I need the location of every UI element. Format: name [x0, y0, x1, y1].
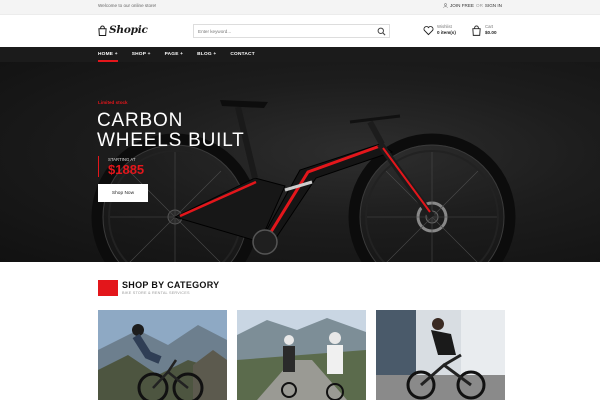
category-accent-block [98, 280, 118, 296]
indoor-cyclist-image [376, 310, 505, 400]
header: Shopic Wishlist 0 item(s) Cart $0.00 [0, 15, 600, 47]
category-title: SHOP BY CATEGORY [122, 280, 220, 290]
nav-item-blog[interactable]: BLOG + [197, 47, 216, 62]
join-free-link[interactable]: JOIN FREE [450, 3, 474, 8]
hero-banner: Limited stock CARBON WHEELS BUILT STARTI… [0, 62, 600, 262]
hero-headline-line1: CARBON [97, 110, 184, 131]
mountain-biker-image [98, 310, 227, 400]
category-card-road[interactable] [237, 310, 366, 400]
mountain-bike-image [91, 100, 516, 262]
nav-item-home[interactable]: HOME + [98, 47, 118, 62]
hero-price-block: STARTING AT $1885 [98, 156, 144, 177]
sign-in-link[interactable]: SIGN IN [485, 3, 502, 8]
top-bar: Welcome to our online store! JOIN FREE O… [0, 0, 600, 15]
search-box [193, 24, 390, 38]
category-subtitle: BIKE STORE & RENTAL SERVICES [122, 291, 190, 295]
wishlist-count: 0 item(s) [437, 30, 456, 35]
main-nav: HOME + SHOP + PAGE + BLOG + CONTACT [0, 47, 600, 62]
account-links: JOIN FREE OR SIGN IN [443, 3, 502, 8]
hero-headline: CARBON WHEELS BUILT [97, 111, 245, 151]
welcome-text: Welcome to our online store! [98, 3, 157, 8]
nav-item-contact[interactable]: CONTACT [230, 47, 255, 62]
search-icon[interactable] [377, 27, 386, 36]
category-heading: SHOP BY CATEGORY BIKE STORE & RENTAL SER… [98, 280, 220, 296]
heart-icon [423, 25, 434, 35]
cart-bag-icon [472, 24, 481, 36]
cart-total: $0.00 [485, 30, 497, 35]
cart-button[interactable]: Cart $0.00 [471, 24, 497, 36]
nav-item-page[interactable]: PAGE + [165, 47, 184, 62]
category-card-indoor[interactable] [376, 310, 505, 400]
shop-now-button[interactable]: Shop Now [98, 184, 148, 202]
or-text: OR [476, 3, 483, 8]
logo[interactable]: Shopic [98, 24, 148, 36]
person-icon [443, 3, 448, 8]
shopping-bag-icon [98, 25, 107, 36]
hero-headline-line2: WHEELS BUILT [97, 130, 245, 151]
search-input[interactable] [198, 26, 370, 36]
nav-item-shop[interactable]: SHOP + [132, 47, 151, 62]
category-card-mountain[interactable] [98, 310, 227, 400]
hero-tag: Limited stock [98, 100, 128, 105]
hero-price: $1885 [108, 162, 145, 177]
category-cards [98, 310, 505, 400]
logo-text: Shopic [109, 24, 148, 36]
road-cyclists-image [237, 310, 366, 400]
wishlist-button[interactable]: Wishlist 0 item(s) [423, 24, 456, 36]
